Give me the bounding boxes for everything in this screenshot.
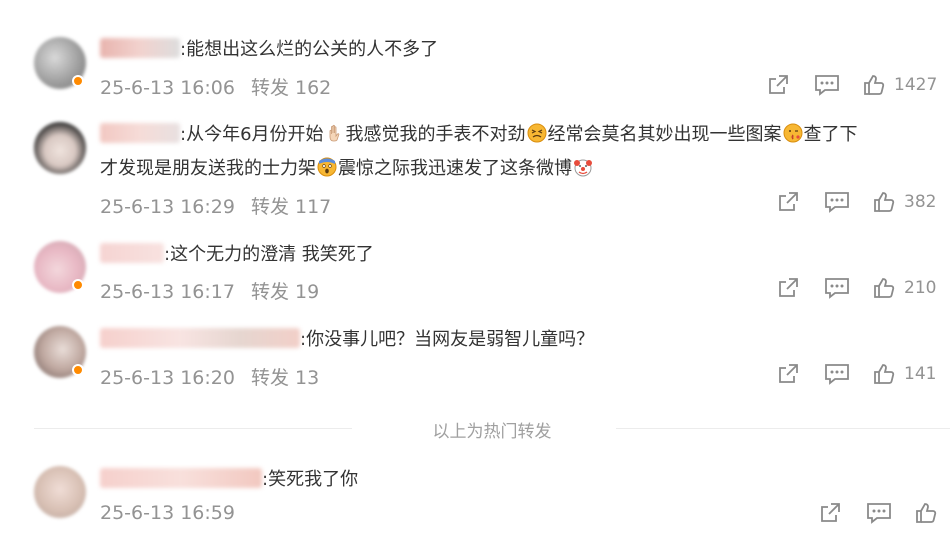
comment-line: :从今年6月份开始 我感觉我的手表不对劲 经常会莫名其妙出现一些图案 查了下 [100,121,858,149]
comment-line: :这个无力的澄清 我笑死了 [100,241,374,269]
verified-badge-icon [72,364,84,376]
scream-face-emoji-icon [317,157,337,177]
share-out-icon [779,192,798,211]
share-out-icon [769,75,788,94]
timestamp: 25-6-13 16:17 [100,281,235,303]
comment-button[interactable] [824,362,850,386]
share-out-button[interactable] [776,362,800,386]
comment-icon [825,278,849,299]
hand-emoji-icon [325,123,345,143]
share-out-button[interactable] [818,501,842,525]
share-out-icon [779,364,798,383]
like-button[interactable]: 210 [872,276,936,300]
avatar[interactable] [34,37,86,89]
tired-face-emoji-icon [527,123,547,143]
like-button[interactable]: 382 [872,190,936,214]
like-count: 382 [904,192,937,212]
like-count: 141 [904,364,937,384]
clown-face-emoji-icon [573,157,593,177]
comment-line-2: 才发现是朋友送我的士力架 震惊之际我迅速发了这条微博 [100,155,594,183]
comment-text-part: 查了下 [803,124,858,145]
repost-count: 转发 19 [250,281,320,303]
comment-text-part: 经常会莫名其妙出现一些图案 [547,124,782,145]
meta-line: 25-6-13 16:29 转发 117 [100,192,331,219]
action-bar: 210 [776,276,950,300]
like-button[interactable]: 1427 [862,73,937,97]
repost-count: 转发 162 [250,77,332,99]
comment-button[interactable] [824,276,850,300]
comment-text: :能想出这么烂的公关的人不多了 [180,39,439,60]
comment-icon [867,503,891,524]
comment-icon [815,75,839,96]
avatar[interactable] [34,466,86,518]
meta-line: 25-6-13 16:17 转发 19 [100,277,319,304]
divider-label: 以上为热门转发 [432,422,552,442]
repost-count: 转发 117 [250,196,332,218]
comment-button[interactable] [814,73,840,97]
share-out-icon [779,278,798,297]
avatar[interactable] [34,241,86,293]
timestamp: 25-6-13 16:20 [100,367,235,389]
thumbs-up-icon [916,503,937,523]
comment-text: :笑死我了你 [262,469,359,490]
username[interactable] [100,328,300,348]
timestamp: 25-6-13 16:29 [100,196,235,218]
thumbs-up-icon [874,192,895,212]
avatar[interactable] [34,122,86,174]
repost-count: 转发 13 [250,367,320,389]
hot-reposts-divider: 以上为热门转发 [34,422,950,442]
action-bar: 141 [776,362,950,386]
action-bar [818,501,950,525]
comment-icon [825,192,849,213]
like-button[interactable]: 141 [872,362,936,386]
like-count: 1427 [894,75,938,95]
comment-text: :你没事儿吧？当网友是弱智儿童吗？ [300,329,595,350]
username[interactable] [100,123,180,143]
meta-line: 25-6-13 16:20 转发 13 [100,363,319,390]
kiss-face-emoji-icon [783,123,803,143]
comment-button[interactable] [824,190,850,214]
share-out-button[interactable] [776,276,800,300]
comment-text-part: :从今年6月份开始 [180,124,324,145]
verified-badge-icon [72,75,84,87]
action-bar: 1427 [766,73,950,97]
share-out-button[interactable] [766,73,790,97]
timestamp: 25-6-13 16:59 [100,502,235,524]
comment-line: :笑死我了你 [100,466,358,494]
comment-button[interactable] [866,501,892,525]
thumbs-up-icon [864,75,885,95]
comment-text: :这个无力的澄清 我笑死了 [164,244,374,265]
comment-icon [825,364,849,385]
username[interactable] [100,38,180,58]
username[interactable] [100,468,262,488]
comment-line: :你没事儿吧？当网友是弱智儿童吗？ [100,326,594,354]
avatar[interactable] [34,326,86,378]
thumbs-up-icon [874,364,895,384]
comment-text-part: 震惊之际我迅速发了这条微博 [338,158,572,179]
share-out-icon [821,503,840,522]
comment-line: :能想出这么烂的公关的人不多了 [100,36,438,64]
like-button[interactable] [914,501,938,525]
verified-badge-icon [72,279,84,291]
meta-line: 25-6-13 16:59 [100,502,235,524]
meta-line: 25-6-13 16:06 转发 162 [100,73,331,100]
action-bar: 382 [776,190,950,214]
timestamp: 25-6-13 16:06 [100,77,235,99]
divider-line-right [616,428,950,429]
share-out-button[interactable] [776,190,800,214]
thumbs-up-icon [874,278,895,298]
comment-text-part: 我感觉我的手表不对劲 [345,124,526,145]
comment-text-part: 才发现是朋友送我的士力架 [100,158,316,179]
like-count: 210 [904,278,937,298]
username[interactable] [100,243,164,263]
